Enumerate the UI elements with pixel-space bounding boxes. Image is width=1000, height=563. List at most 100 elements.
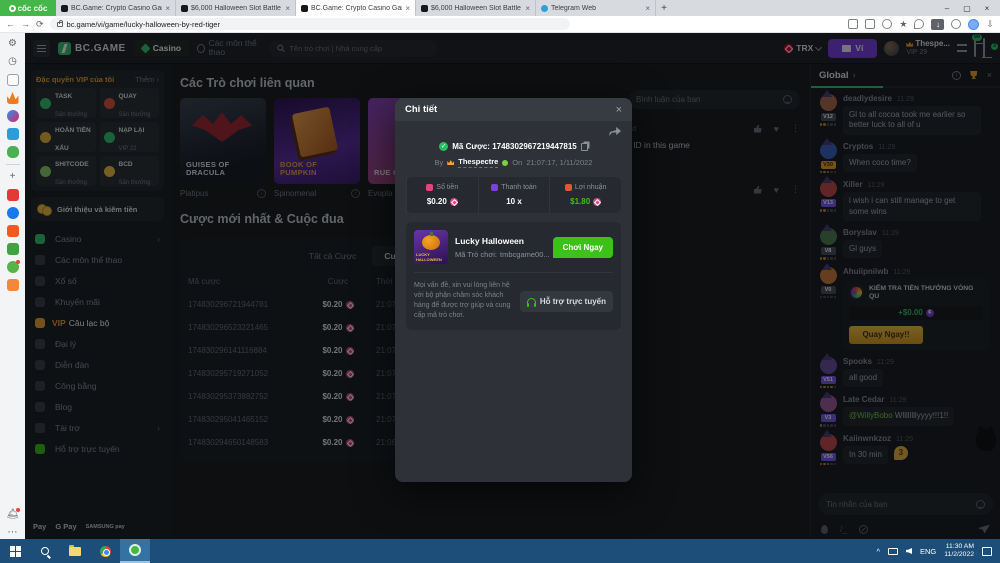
tab-close-icon[interactable]: ×: [165, 4, 170, 13]
network-icon[interactable]: [888, 548, 898, 555]
download-manager-button[interactable]: ↓: [931, 19, 944, 30]
stat-value: $0.20: [427, 197, 447, 206]
promo-icon[interactable]: [7, 261, 19, 273]
stat-label: Số tiền: [436, 184, 458, 191]
tab-favicon-telegram: [541, 5, 548, 12]
volume-icon[interactable]: [906, 548, 912, 554]
tab-favicon: [181, 5, 188, 12]
live-support-button[interactable]: Hỗ trợ trực tuyến: [520, 291, 613, 312]
browser-tab-active[interactable]: BC.Game: Crypto Casino Gan×: [296, 0, 416, 16]
sync-icon[interactable]: [951, 19, 961, 29]
crown-rewards-icon[interactable]: [7, 92, 19, 104]
copy-icon[interactable]: [581, 143, 588, 151]
history-clock-icon[interactable]: ◷: [7, 56, 19, 68]
bookmark-star-icon[interactable]: ★: [899, 19, 907, 30]
trx-coin-icon: [593, 198, 601, 206]
youtube-icon[interactable]: [7, 189, 19, 201]
stat-icon: [491, 184, 498, 191]
address-bar[interactable]: bc.game/vi/game/lucky-halloween-by-red-t…: [50, 18, 570, 30]
coccoc-logo-icon: [9, 5, 16, 12]
bet-stat: Thanh toán 10 x: [478, 177, 550, 213]
gamepad-icon[interactable]: [7, 146, 19, 158]
cart-icon[interactable]: [7, 279, 19, 291]
language-indicator[interactable]: ENG: [920, 547, 936, 556]
browser-tab[interactable]: $6,000 Halloween Slot Battle×: [416, 0, 536, 16]
thumb-title: LUCKY HALLOWEEN: [416, 253, 448, 262]
bet-datetime: 21:07:17, 1/11/2022: [526, 158, 592, 167]
game-info-box: LUCKY HALLOWEEN Lucky Halloween Mã Trò c…: [406, 222, 621, 330]
headset-icon: [527, 298, 536, 305]
tab-close-icon[interactable]: ×: [285, 4, 290, 13]
rail-divider: [6, 164, 20, 165]
by-label: By: [435, 158, 444, 167]
shopee-icon[interactable]: [7, 225, 19, 237]
stat-label: Thanh toán: [501, 184, 536, 191]
trx-coin-icon: [450, 198, 458, 206]
more-options-icon[interactable]: ⋯: [7, 527, 19, 539]
game-thumbnail[interactable]: LUCKY HALLOWEEN: [414, 230, 448, 264]
coccoc-brand-label: cốc cốc: [18, 4, 48, 13]
verified-check-icon: ✓: [439, 142, 448, 151]
new-tab-button[interactable]: +: [656, 0, 672, 16]
tab-title: BC.Game: Crypto Casino Gan: [311, 5, 402, 12]
stat-icon: [426, 184, 433, 191]
close-window-button[interactable]: ×: [978, 4, 996, 13]
screenshot-icon[interactable]: [848, 19, 858, 29]
downloads-tray-icon[interactable]: ⇩: [986, 19, 994, 30]
browser-tab[interactable]: Telegram Web×: [536, 0, 656, 16]
browser-tab[interactable]: BC.Game: Crypto Casino Gan×: [56, 0, 176, 16]
chrome-taskbar-button[interactable]: [90, 539, 120, 563]
reload-button[interactable]: ⟳: [36, 19, 44, 30]
stat-value: $1.80: [570, 197, 590, 206]
start-button[interactable]: [0, 539, 30, 563]
facebook-icon[interactable]: [7, 207, 19, 219]
play-now-button[interactable]: Chơi Ngay: [553, 237, 613, 258]
zalo-icon[interactable]: [7, 128, 19, 140]
tab-close-icon[interactable]: ×: [645, 4, 650, 13]
bet-details-modal: Chi tiết × ✓ Mã Cược: 174830296721944781…: [395, 98, 632, 482]
translate-icon[interactable]: [865, 19, 875, 29]
tab-title: Telegram Web: [551, 5, 642, 12]
settings-gear-icon[interactable]: ⚙: [7, 38, 19, 50]
maximize-button[interactable]: ▢: [958, 4, 976, 13]
stat-icon: [565, 184, 572, 191]
back-button[interactable]: ←: [6, 19, 15, 29]
adblock-shield-icon[interactable]: [914, 19, 924, 29]
share-arrow-icon[interactable]: [609, 127, 621, 136]
add-shortcut-icon[interactable]: +: [7, 171, 19, 183]
clock[interactable]: 11:30 AM11/2/2022: [944, 543, 974, 559]
share-icon[interactable]: [882, 19, 892, 29]
reading-list-icon[interactable]: [7, 74, 19, 86]
divider: [414, 272, 613, 273]
file-explorer-button[interactable]: [60, 539, 90, 563]
tab-title: $6,000 Halloween Slot Battle: [191, 5, 282, 12]
messenger-icon[interactable]: [7, 110, 19, 122]
browser-tab[interactable]: $6,000 Halloween Slot Battle×: [176, 0, 296, 16]
minimize-button[interactable]: –: [938, 4, 956, 13]
on-label: On: [512, 158, 522, 167]
stat-label: Lợi nhuận: [575, 184, 606, 191]
modal-title: Chi tiết: [405, 104, 437, 115]
frog-badge-icon: [502, 160, 508, 166]
forward-button[interactable]: →: [21, 19, 30, 29]
coccoc-browser-button[interactable]: cốc cốc: [0, 0, 56, 16]
bet-stat: Số tiền $0.20: [406, 177, 478, 213]
tray-expand-icon[interactable]: ^: [876, 547, 880, 556]
player-link[interactable]: Thespectre: [458, 157, 498, 168]
bet-id-value: 1748302967219447815: [492, 142, 577, 151]
windows-taskbar: ^ ENG 11:30 AM11/2/2022: [0, 539, 1000, 563]
profile-avatar[interactable]: [968, 19, 979, 30]
shop-grid-icon[interactable]: [7, 243, 19, 255]
game-name: Lucky Halloween: [455, 236, 546, 246]
modal-header: Chi tiết ×: [395, 98, 632, 121]
notification-bell-icon[interactable]: 🛎: [7, 509, 19, 521]
tab-close-icon[interactable]: ×: [405, 4, 410, 13]
tab-favicon: [301, 5, 308, 12]
coccoc-taskbar-button[interactable]: [120, 539, 150, 563]
tab-title: BC.Game: Crypto Casino Gan: [71, 5, 162, 12]
support-note: Mọi vấn đề, xin vui lòng liên hệ với bộ …: [414, 281, 512, 322]
action-center-icon[interactable]: [982, 547, 992, 556]
tab-close-icon[interactable]: ×: [525, 4, 530, 13]
modal-close-icon[interactable]: ×: [616, 104, 622, 116]
taskbar-search-button[interactable]: [30, 539, 60, 563]
